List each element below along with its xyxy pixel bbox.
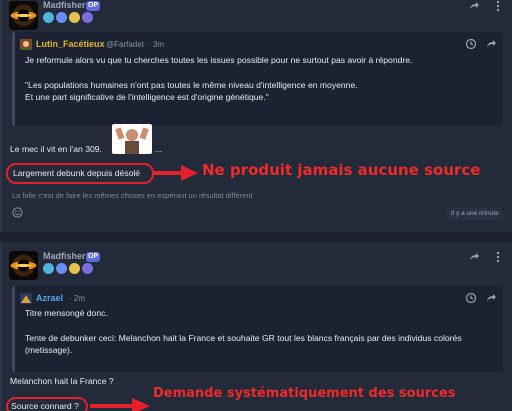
badge-icon <box>56 12 67 23</box>
author-name[interactable]: Madfisher <box>43 0 86 10</box>
badge-icon <box>43 263 54 274</box>
author-avatar[interactable] <box>9 251 38 280</box>
quote-time: · 3m <box>148 40 164 49</box>
share-icon[interactable] <box>468 251 480 263</box>
quote-line: Tente de debunker ceci: Melanchon hait l… <box>25 333 462 343</box>
op-badge: OP <box>86 252 101 262</box>
quote-author-name[interactable]: Lutin_Facétieux <box>36 39 105 49</box>
share-icon[interactable] <box>468 0 480 12</box>
signature: La folie c'est de faire les mêmes choses… <box>12 191 253 200</box>
smiley-icon[interactable] <box>12 207 23 218</box>
more-options-icon[interactable] <box>492 0 504 12</box>
badge-icon <box>82 12 93 23</box>
history-icon[interactable] <box>465 38 477 50</box>
quote-author-name[interactable]: Azrael <box>36 293 63 303</box>
quote-line: Je reformule alors vu que tu cherches to… <box>25 55 413 65</box>
author-avatar[interactable] <box>9 1 38 30</box>
post-1: Madfisher OP Lutin_Facétieux @Farfadet ·… <box>0 0 512 232</box>
red-arrow <box>153 165 198 181</box>
highlighted-message: Largement debunk depuis désolé <box>13 168 141 178</box>
share-icon[interactable] <box>485 38 497 50</box>
annotation-text: Demande systématiquement des sources <box>153 386 456 401</box>
quote-author-avatar <box>20 292 32 304</box>
annotation-text: Ne produit jamais aucune source <box>202 161 481 179</box>
timestamp-chip: Il y a une minute <box>446 208 504 220</box>
user-badges <box>43 263 93 274</box>
quoted-message[interactable]: Lutin_Facétieux @Farfadet · 3m Je reform… <box>12 32 503 126</box>
quote-line: (metissage). <box>25 345 73 355</box>
message-text-suffix: ... <box>155 144 163 154</box>
quote-time: · 2m <box>69 294 85 303</box>
post-2: Madfisher OP Azrael · 2m Titre mensongé … <box>0 242 512 411</box>
quote-author-avatar <box>20 38 32 50</box>
badge-icon <box>69 12 80 23</box>
op-badge: OP <box>86 1 101 11</box>
highlighted-message: Source connard ? <box>11 401 79 411</box>
quote-line: Et une part significative de l'intellige… <box>25 92 269 102</box>
message-text: Le mec il vit en l'an 309. <box>10 144 102 154</box>
quoted-message[interactable]: Azrael · 2m Titre mensongé donc. Tente d… <box>12 286 503 372</box>
badge-icon <box>56 263 67 274</box>
more-options-icon[interactable] <box>492 251 504 263</box>
red-arrow <box>90 398 150 411</box>
message-text: Melanchon hait la France ? <box>10 376 114 386</box>
badge-icon <box>43 12 54 23</box>
history-icon[interactable] <box>465 292 477 304</box>
badge-icon <box>82 263 93 274</box>
author-name[interactable]: Madfisher <box>43 251 86 261</box>
quote-line: Titre mensongé donc. <box>25 308 108 318</box>
user-badges <box>43 12 93 23</box>
badge-icon <box>69 263 80 274</box>
quote-line: "Les populations humaines n'ont pas tout… <box>25 80 358 90</box>
share-icon[interactable] <box>485 292 497 304</box>
quote-author-handle: @Farfadet <box>106 40 144 49</box>
meme-image[interactable] <box>112 124 152 154</box>
